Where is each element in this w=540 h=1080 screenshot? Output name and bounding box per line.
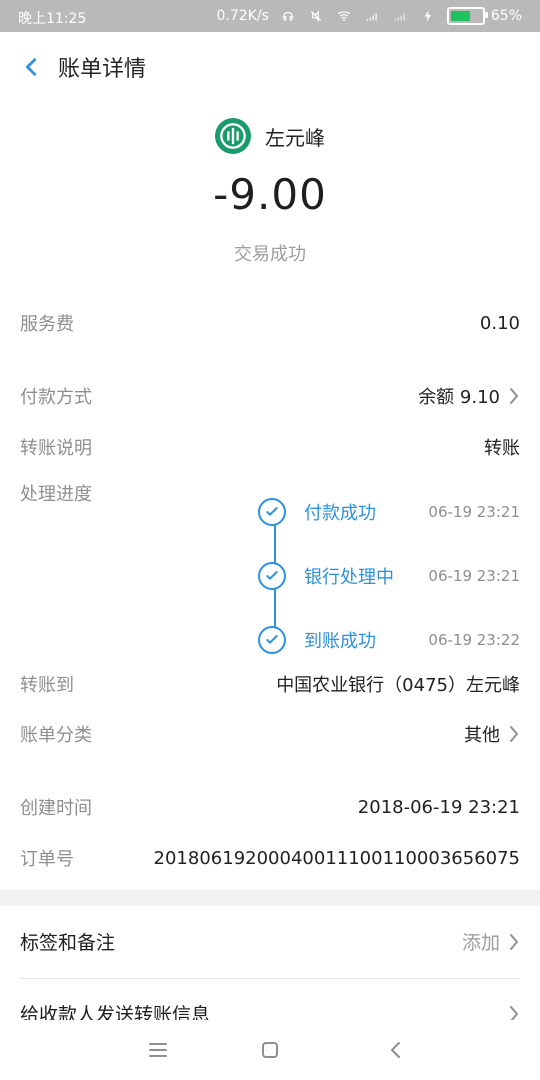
progress-step: 付款成功 06-19 23:21 [258, 496, 520, 528]
step-time: 06-19 23:21 [428, 503, 520, 521]
category-value: 其他 [464, 725, 500, 746]
battery-percent: 65% [490, 8, 522, 24]
processing-progress: 处理进度 付款成功 06-19 23:21 银行处理中 06-19 23:21 … [0, 480, 540, 660]
back-arrow-icon [391, 1042, 400, 1058]
charging-icon [419, 9, 437, 23]
step-text: 银行处理中 [304, 567, 394, 588]
transaction-status: 交易成功 [234, 244, 306, 265]
row-value: 中国农业银行（0475）左元峰 [276, 675, 520, 696]
mute-icon [307, 9, 325, 23]
home-button[interactable] [258, 1038, 282, 1062]
page-title: 账单详情 [58, 57, 147, 82]
add-label: 添加 [461, 932, 500, 954]
section-separator [0, 890, 540, 906]
system-nav-bar [0, 1020, 540, 1080]
chevron-right-icon [510, 726, 518, 742]
row-label: 转账到 [20, 675, 74, 696]
row-transfer-note: 转账说明 转账 [20, 427, 520, 467]
battery-level [450, 11, 471, 21]
app-header: 账单详情 [0, 32, 540, 102]
bank-logo-icon [215, 118, 251, 154]
network-speed: 0.72K/s [216, 8, 269, 24]
payment-value: 余额 9.10 [418, 387, 500, 408]
row-value: 2018-06-19 23:21 [357, 796, 520, 818]
check-icon [258, 626, 286, 654]
battery-tip [484, 12, 488, 18]
row-service-fee: 服务费 0.10 [20, 303, 520, 343]
chevron-left-icon [26, 58, 37, 76]
status-right: 0.72K/s 65% [216, 7, 522, 25]
back-button[interactable] [14, 49, 50, 85]
progress-label: 处理进度 [20, 484, 92, 505]
signal-icon [363, 9, 381, 23]
row-value: 转账 [484, 438, 520, 459]
tags-notes-row[interactable]: 标签和备注 添加 [20, 928, 520, 955]
row-value: 0.10 [479, 312, 520, 334]
system-back-button[interactable] [384, 1038, 408, 1062]
row-order-number: 订单号 20180619200040011100110003656075 [20, 838, 520, 878]
battery-shell [446, 7, 488, 25]
menu-button[interactable] [146, 1038, 170, 1062]
row-label: 账单分类 [20, 725, 92, 746]
row-label: 服务费 [20, 314, 74, 335]
row-created-time: 创建时间 2018-06-19 23:21 [20, 787, 520, 827]
home-icon [262, 1042, 278, 1058]
step-text: 到账成功 [304, 631, 376, 652]
row-transfer-to: 转账到 中国农业银行（0475）左元峰 [20, 664, 520, 704]
step-time: 06-19 23:22 [428, 631, 520, 649]
row-value: 20180619200040011100110003656075 [153, 847, 520, 869]
chevron-right-icon [510, 933, 518, 950]
battery: 65% [446, 7, 522, 25]
amount: -9.00 [213, 170, 327, 219]
check-icon [258, 562, 286, 590]
row-value-wrap[interactable]: 余额 9.10 [418, 383, 520, 409]
status-time: 晚上11:25 [18, 11, 87, 27]
chevron-right-icon [510, 388, 518, 404]
tags-notes-label: 标签和备注 [20, 932, 116, 954]
progress-timeline: 付款成功 06-19 23:21 银行处理中 06-19 23:21 到账成功 … [258, 488, 520, 654]
check-icon [258, 498, 286, 526]
wifi-icon [335, 9, 353, 23]
row-bill-category[interactable]: 账单分类 其他 [20, 714, 520, 754]
step-text: 付款成功 [304, 503, 376, 524]
bill-summary: 左元峰 -9.00 交易成功 [0, 110, 540, 280]
payee-name: 左元峰 [265, 125, 325, 150]
progress-step: 银行处理中 06-19 23:21 [258, 560, 520, 592]
row-payment-method[interactable]: 付款方式 余额 9.10 [20, 376, 520, 416]
divider [20, 978, 520, 979]
menu-icon [149, 1043, 167, 1057]
payee: 左元峰 [0, 118, 540, 154]
signal2-icon [391, 9, 409, 23]
step-time: 06-19 23:21 [428, 567, 520, 585]
status-bar: 晚上11:25 0.72K/s 65% [0, 0, 540, 32]
row-label: 付款方式 [20, 387, 92, 408]
row-label: 创建时间 [20, 798, 92, 819]
add-action[interactable]: 添加 [462, 928, 520, 955]
row-label: 订单号 [20, 849, 74, 870]
headphones-icon [279, 9, 297, 23]
row-value-wrap[interactable]: 其他 [464, 721, 520, 747]
row-label: 转账说明 [20, 438, 92, 459]
progress-step: 到账成功 06-19 23:22 [258, 624, 520, 656]
